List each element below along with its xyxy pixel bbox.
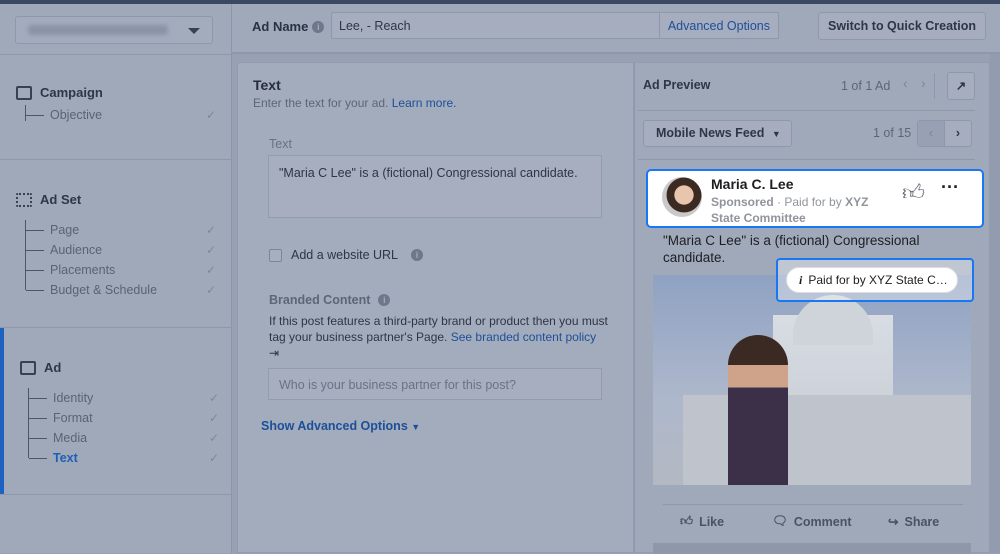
comment-icon: 🗨︎ [772, 514, 788, 528]
sidebar-item-budget[interactable]: Budget & Schedule ✓ [26, 280, 216, 300]
candidate-figure [728, 335, 788, 485]
sidebar-item-page[interactable]: Page ✓ [26, 220, 216, 240]
ad-name-label: Ad Name i [252, 19, 325, 34]
check-icon: ✓ [205, 223, 216, 237]
caret-down-icon [188, 28, 200, 34]
text-panel: Text Enter the text for your ad. Learn m… [237, 62, 634, 553]
prev-placement-button[interactable]: ‹ [918, 121, 944, 146]
comment-button[interactable]: 🗨︎ Comment [772, 514, 852, 529]
branded-content-title: Branded Content i [269, 293, 391, 307]
section-subtitle: Enter the text for your ad. Learn more. [253, 96, 457, 110]
placement-dropdown[interactable]: Mobile News Feed ▼ [643, 120, 792, 147]
adset-tree: Page ✓ Audience ✓ Placements ✓ Budget & Sch… [25, 220, 216, 297]
caret-down-icon: ▼ [771, 129, 781, 139]
check-icon: ✓ [205, 243, 216, 257]
sidebar-item-campaign[interactable]: Campaign [16, 85, 103, 100]
account-name-blurred [28, 25, 168, 35]
check-icon: ✓ [208, 431, 219, 445]
sidebar-item-adset[interactable]: Ad Set [16, 192, 81, 207]
placement-pager: ‹ › [917, 120, 972, 147]
paid-for-disclaimer-pill[interactable]: i Paid for by XYZ State C… [786, 267, 958, 293]
next-ad-icon[interactable]: › [921, 75, 926, 91]
switch-quick-creation-button[interactable]: Switch to Quick Creation [818, 12, 986, 40]
share-icon: ↪ [888, 515, 899, 529]
capitol-dome [793, 295, 873, 345]
preview-title: Ad Preview [643, 78, 711, 92]
check-icon: ✓ [208, 411, 219, 425]
website-url-row: Add a website URL i [269, 248, 424, 262]
sidebar-section-adset: Ad Set Page ✓ Audience ✓ Placements ✓ Budge… [0, 159, 231, 327]
post-header-highlight: Maria C. Lee Sponsored · Paid for by XYZ… [646, 169, 984, 228]
divider [663, 504, 963, 505]
check-icon: ✓ [205, 108, 216, 122]
campaign-tree: Objective ✓ [25, 105, 216, 122]
sidebar-item-audience[interactable]: Audience ✓ [26, 240, 216, 260]
info-icon[interactable]: i [378, 294, 391, 306]
capitol-wings [683, 395, 971, 485]
external-link-icon: ⇥ [269, 346, 280, 360]
thumbs-up-icon: 👍︎ [680, 514, 694, 528]
ad-text-input[interactable]: "Maria C Lee" is a (fictional) Congressi… [268, 155, 602, 218]
learn-more-link[interactable]: Learn more. [392, 96, 457, 110]
info-icon: i [799, 273, 803, 287]
placement-count: 1 of 15 [873, 126, 912, 140]
section-title: Text [253, 77, 281, 93]
check-icon: ✓ [208, 451, 219, 465]
check-icon: ✓ [205, 283, 216, 297]
ad-tree: Identity ✓ Format ✓ Media ✓ Text ✓ [28, 388, 219, 465]
grid-icon [16, 192, 32, 207]
next-placement-button[interactable]: › [944, 121, 971, 146]
ad-image [653, 275, 971, 485]
advanced-options-link[interactable]: Advanced Options [658, 13, 778, 38]
divider [638, 110, 975, 111]
sidebar-item-placements[interactable]: Placements ✓ [26, 260, 216, 280]
sidebar-section-ad: Ad Identity ✓ Format ✓ Media ✓ Text ✓ [0, 327, 231, 495]
sidebar-item-format[interactable]: Format ✓ [29, 408, 219, 428]
ad-count: 1 of 1 Ad [841, 79, 891, 93]
next-post-edge [653, 543, 971, 554]
info-icon[interactable]: i [312, 21, 325, 33]
account-selector[interactable] [15, 16, 213, 44]
like-button[interactable]: 👍︎ Like [680, 514, 724, 529]
sidebar-item-objective[interactable]: Objective ✓ [26, 105, 216, 125]
divider [934, 73, 935, 99]
ad-name-input[interactable]: Lee, - Reach Advanced Options [331, 12, 779, 39]
scrollbar[interactable] [990, 54, 1000, 553]
info-icon[interactable]: i [411, 249, 424, 261]
share-button[interactable]: ↪ Share [888, 514, 939, 530]
text-label: Text [269, 137, 292, 151]
ad-icon [20, 360, 36, 375]
folder-check-icon [16, 85, 32, 100]
sidebar-item-identity[interactable]: Identity ✓ [29, 388, 219, 408]
business-partner-input[interactable]: Who is your business partner for this po… [268, 368, 602, 400]
check-icon: ✓ [208, 391, 219, 405]
branded-policy-link[interactable]: See branded content policy [451, 330, 596, 344]
open-preview-button[interactable]: ↗ [947, 72, 975, 100]
sidebar-section-campaign: Campaign Objective ✓ [0, 54, 231, 159]
external-link-icon: ↗ [955, 79, 967, 93]
check-icon: ✓ [205, 263, 216, 277]
page-name: Maria C. Lee [711, 176, 794, 192]
more-options-icon[interactable]: ··· [941, 177, 959, 198]
sidebar-item-ad[interactable]: Ad [20, 360, 61, 375]
sidebar: Campaign Objective ✓ Ad Set Page ✓ Audienc… [0, 4, 232, 553]
paid-for-disclaimer-highlight: i Paid for by XYZ State C… [776, 258, 974, 302]
prev-ad-icon[interactable]: ‹ [903, 75, 908, 91]
sponsored-line: Sponsored · Paid for by XYZ State Commit… [711, 195, 869, 225]
branded-content-desc: If this post features a third-party bran… [269, 314, 608, 360]
sidebar-item-text[interactable]: Text ✓ [29, 448, 219, 468]
website-url-checkbox[interactable] [269, 248, 282, 262]
caret-down-icon: ▼ [411, 422, 421, 432]
sidebar-item-media[interactable]: Media ✓ [29, 428, 219, 448]
show-advanced-options-link[interactable]: Show Advanced Options ▼ [261, 419, 420, 433]
avatar [662, 177, 702, 217]
divider [638, 159, 975, 160]
like-page-icon[interactable]: 👍︎ [902, 179, 925, 206]
